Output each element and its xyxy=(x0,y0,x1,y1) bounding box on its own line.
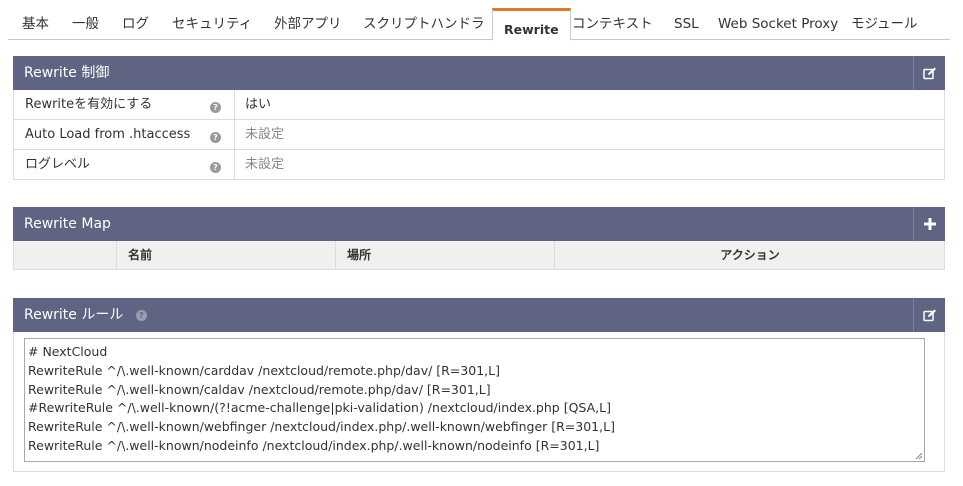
rewrite-rules-body: # NextCloud RewriteRule ^/\.well-known/c… xyxy=(13,332,945,472)
column-header-location: 場所 xyxy=(335,241,555,269)
help-icon[interactable]: ? xyxy=(210,99,221,114)
tab-basic[interactable]: 基本 xyxy=(22,10,49,40)
edit-button[interactable] xyxy=(913,298,945,332)
field-label: Auto Load from .htaccess xyxy=(25,127,191,142)
add-button[interactable] xyxy=(913,207,945,241)
tab-web-socket-proxy[interactable]: Web Socket Proxy xyxy=(718,10,838,40)
edit-icon xyxy=(922,309,936,321)
field-value: 未設定 xyxy=(245,157,285,172)
column-header-action: アクション xyxy=(554,241,945,269)
rewrite-map-title: Rewrite Map xyxy=(24,216,111,232)
rewrite-map-table-header: 名前 場所 アクション xyxy=(13,241,945,270)
auto-load-htaccess-row: Auto Load from .htaccess ? 未設定 xyxy=(13,120,945,150)
rule-line: RewriteRule ^/\.well-known/carddav /next… xyxy=(28,362,500,378)
tab-ssl[interactable]: SSL xyxy=(674,10,699,40)
field-value: 未設定 xyxy=(245,127,285,142)
tab-script-handler[interactable]: スクリプトハンドラ xyxy=(363,10,485,40)
rewrite-enable-row: Rewriteを有効にする ? はい xyxy=(13,90,945,120)
tab-modules[interactable]: モジュール xyxy=(851,10,918,40)
rewrite-control-title: Rewrite 制御 xyxy=(24,65,110,81)
rewrite-rules-title: Rewrite ルール xyxy=(24,307,124,323)
resize-handle[interactable] xyxy=(915,452,923,460)
column-header-name: 名前 xyxy=(116,241,336,269)
edit-icon xyxy=(922,67,936,79)
field-label: ログレベル xyxy=(25,157,91,172)
rule-line: # NextCloud xyxy=(28,344,108,359)
help-icon[interactable]: ? xyxy=(210,159,221,174)
tab-log[interactable]: ログ xyxy=(122,10,149,40)
rule-line: RewriteRule ^/\.well-known/nodeinfo /nex… xyxy=(28,437,600,453)
rewrite-rules-panel: Rewrite ルール ? # NextCloud RewriteRule ^/… xyxy=(13,298,945,472)
rewrite-rules-header: Rewrite ルール ? xyxy=(13,298,945,332)
tab-external-app[interactable]: 外部アプリ xyxy=(274,10,342,40)
rewrite-rules-textarea[interactable]: # NextCloud RewriteRule ^/\.well-known/c… xyxy=(24,338,925,462)
tab-security[interactable]: セキュリティ xyxy=(172,10,252,40)
edit-button[interactable] xyxy=(913,56,945,90)
rewrite-control-panel: Rewrite 制御 Rewriteを有効にする ? はい Auto Load … xyxy=(13,56,945,180)
tab-context[interactable]: コンテキスト xyxy=(572,10,653,40)
rule-line: #RewriteRule ^/\.well-known/(?!acme-chal… xyxy=(28,400,611,416)
field-label: Rewriteを有効にする xyxy=(25,97,153,112)
log-level-row: ログレベル ? 未設定 xyxy=(13,150,945,180)
help-icon[interactable]: ? xyxy=(210,129,221,144)
plus-icon xyxy=(923,218,936,230)
rule-line: RewriteRule ^/\.well-known/caldav /nextc… xyxy=(28,381,491,397)
rule-line: RewriteRule ^/\.well-known/webfinger /ne… xyxy=(28,419,615,435)
tab-general[interactable]: 一般 xyxy=(72,10,99,40)
rewrite-map-panel: Rewrite Map 名前 場所 アクション xyxy=(13,207,945,270)
tab-rewrite[interactable]: Rewrite xyxy=(492,8,571,41)
rewrite-map-header: Rewrite Map xyxy=(13,207,945,241)
field-value: はい xyxy=(245,97,272,112)
help-icon[interactable]: ? xyxy=(135,306,147,322)
rewrite-control-header: Rewrite 制御 xyxy=(13,56,945,90)
tab-bar: 基本 一般 ログ セキュリティ 外部アプリ スクリプトハンドラ Rewrite … xyxy=(8,0,950,41)
